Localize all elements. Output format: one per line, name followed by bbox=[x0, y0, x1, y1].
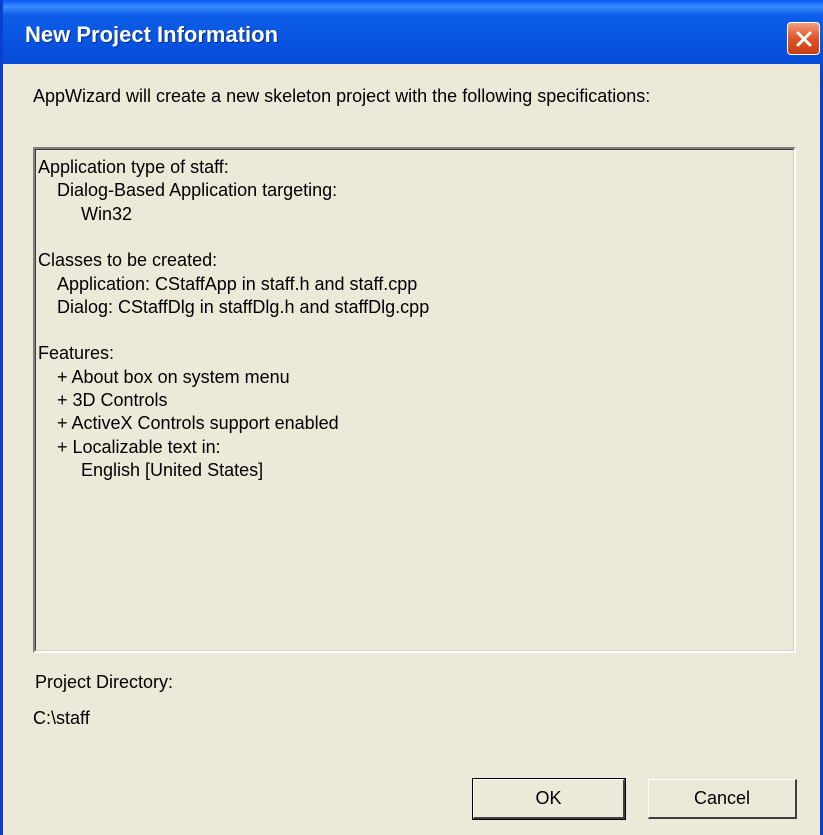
cancel-button[interactable]: Cancel bbox=[648, 779, 797, 819]
intro-text: AppWizard will create a new skeleton pro… bbox=[33, 86, 651, 106]
project-directory-label: Project Directory: bbox=[35, 672, 174, 692]
window-title: New Project Information bbox=[25, 22, 279, 47]
specifications-list: Application type of staff: Dialog-Based A… bbox=[35, 149, 794, 651]
close-button[interactable] bbox=[787, 22, 820, 55]
spec-line: + 3D Controls bbox=[57, 390, 168, 410]
project-directory-value: C:\staff bbox=[33, 708, 90, 728]
spec-line: Classes to be created: bbox=[38, 250, 218, 271]
spec-line: + Localizable text in: bbox=[57, 436, 221, 457]
spec-line: + About box on system menu bbox=[57, 366, 290, 387]
spec-line: Win32 bbox=[81, 203, 133, 224]
spec-line: Application: CStaffApp in staff.h and st… bbox=[57, 273, 418, 294]
close-icon bbox=[796, 31, 811, 46]
spec-line: + ActiveX Controls support enabled bbox=[57, 413, 339, 434]
spec-line: Dialog: CStaffDlg in staffDlg.h and staf… bbox=[57, 296, 430, 317]
spec-line: Dialog-Based Application targeting: bbox=[57, 180, 338, 201]
specifications-box[interactable]: Application type of staff: Dialog-Based A… bbox=[33, 147, 796, 653]
spec-line: English [United States] bbox=[81, 459, 264, 480]
ok-button[interactable]: OK bbox=[472, 778, 626, 820]
spec-line: Features: bbox=[38, 343, 115, 364]
spec-line: Application type of staff: bbox=[38, 157, 229, 177]
